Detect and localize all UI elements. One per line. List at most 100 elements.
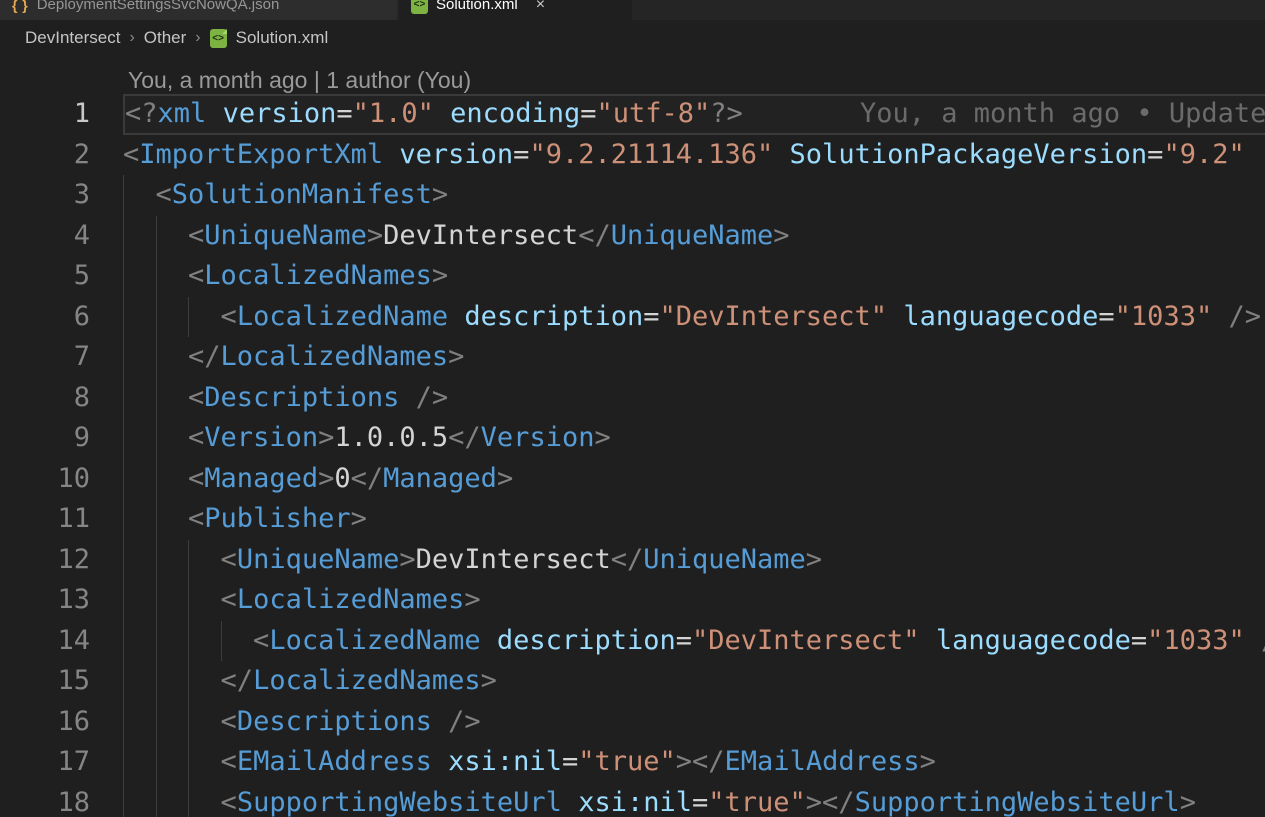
code-line-content: </LocalizedNames> (123, 337, 1265, 378)
tab-solution-xml[interactable]: <> Solution.xml × (399, 0, 632, 20)
line-number[interactable]: 1 (0, 94, 123, 135)
codelens-annotation[interactable]: You, a month ago | 1 author (You) (0, 56, 1265, 94)
line-number[interactable]: 15 (0, 661, 123, 702)
indent-guide (156, 540, 157, 581)
json-braces-icon: { } (12, 0, 29, 13)
code-line-content: <LocalizedNames> (123, 580, 1265, 621)
code-line-5[interactable]: 5 <LocalizedNames> (0, 256, 1265, 297)
code-token: > (351, 503, 367, 534)
tab-deployment-settings-json[interactable]: { } DeploymentSettingsSvcNowQA.json (0, 0, 397, 20)
code-token: EMailAddress (725, 746, 920, 777)
code-token: Descriptions (237, 706, 432, 737)
code-line-12[interactable]: 12 <UniqueName>DevIntersect</UniqueName> (0, 540, 1265, 581)
line-number[interactable]: 6 (0, 297, 123, 338)
code-line-8[interactable]: 8 <Descriptions /> (0, 378, 1265, 419)
code-token: xsi:nil (578, 787, 692, 817)
line-number[interactable]: 16 (0, 702, 123, 743)
code-line-content: <SupportingWebsiteUrl xsi:nil="true"></S… (123, 783, 1265, 817)
code-token: = (580, 98, 596, 129)
code-line-4[interactable]: 4 <UniqueName>DevIntersect</UniqueName> (0, 216, 1265, 257)
code-token: languagecode (936, 625, 1131, 656)
code-token: = (676, 625, 692, 656)
line-number[interactable]: 7 (0, 337, 123, 378)
line-number[interactable]: 5 (0, 256, 123, 297)
indent-guide (188, 297, 189, 338)
code-token (432, 706, 448, 737)
code-token: "9.2" (1163, 139, 1244, 170)
code-line-11[interactable]: 11 <Publisher> (0, 499, 1265, 540)
code-token (123, 787, 221, 817)
code-token (481, 625, 497, 656)
code-token: UniqueName (643, 544, 806, 575)
line-number[interactable]: 11 (0, 499, 123, 540)
code-line-6[interactable]: 6 <LocalizedName description="DevInterse… (0, 297, 1265, 338)
breadcrumb-item-other[interactable]: Other (144, 28, 187, 48)
indent-guide (156, 783, 157, 817)
code-line-2[interactable]: 2<ImportExportXml version="9.2.21114.136… (0, 135, 1265, 176)
indent-guide (188, 783, 189, 817)
code-line-15[interactable]: 15 </LocalizedNames> (0, 661, 1265, 702)
indent-guide (156, 742, 157, 783)
code-line-9[interactable]: 9 <Version>1.0.0.5</Version> (0, 418, 1265, 459)
code-token: </ (611, 544, 644, 575)
indent-guide (156, 621, 157, 662)
line-number[interactable]: 2 (0, 135, 123, 176)
code-line-13[interactable]: 13 <LocalizedNames> (0, 580, 1265, 621)
xml-file-icon: <> (411, 0, 428, 14)
code-token: = (1131, 625, 1147, 656)
chevron-right-icon: › (195, 29, 200, 47)
code-line-17[interactable]: 17 <EMailAddress xsi:nil="true"></EMailA… (0, 742, 1265, 783)
code-line-1[interactable]: 1<?xml version="1.0" encoding="utf-8"?>Y… (0, 94, 1265, 135)
code-token (123, 301, 221, 332)
editor-tab-bar: { } DeploymentSettingsSvcNowQA.json <> S… (0, 0, 1265, 20)
code-line-7[interactable]: 7 </LocalizedNames> (0, 337, 1265, 378)
code-token (1245, 625, 1261, 656)
code-token: > (318, 422, 334, 453)
breadcrumb: DevIntersect › Other › <> Solution.xml (0, 20, 1265, 56)
code-line-content: <Managed>0</Managed> (123, 459, 1265, 500)
code-token: UniqueName (237, 544, 400, 575)
breadcrumb-item-file[interactable]: Solution.xml (236, 28, 329, 48)
code-token: "9.2.21114.136" (529, 139, 773, 170)
indent-guide (123, 540, 124, 581)
code-line-16[interactable]: 16 <Descriptions /> (0, 702, 1265, 743)
code-line-content: <UniqueName>DevIntersect</UniqueName> (123, 216, 1265, 257)
code-line-3[interactable]: 3 <SolutionManifest> (0, 175, 1265, 216)
line-number[interactable]: 10 (0, 459, 123, 500)
line-number[interactable]: 18 (0, 783, 123, 817)
indent-guide (188, 661, 189, 702)
code-line-content: <Publisher> (123, 499, 1265, 540)
line-number[interactable]: 13 (0, 580, 123, 621)
line-number[interactable]: 14 (0, 621, 123, 662)
line-number[interactable]: 4 (0, 216, 123, 257)
code-line-content: <UniqueName>DevIntersect</UniqueName> (123, 540, 1265, 581)
code-token: > (432, 179, 448, 210)
breadcrumb-item-devintersect[interactable]: DevIntersect (25, 28, 120, 48)
code-line-18[interactable]: 18 <SupportingWebsiteUrl xsi:nil="true">… (0, 783, 1265, 817)
line-number[interactable]: 9 (0, 418, 123, 459)
code-token (383, 139, 399, 170)
code-line-10[interactable]: 10 <Managed>0</Managed> (0, 459, 1265, 500)
tab-close-icon[interactable]: × (536, 0, 545, 14)
code-token (123, 706, 221, 737)
code-token: SupportingWebsiteUrl (855, 787, 1180, 817)
code-token: UniqueName (204, 220, 367, 251)
code-token: "DevIntersect" (659, 301, 887, 332)
line-number[interactable]: 17 (0, 742, 123, 783)
code-token: "1033" (1115, 301, 1213, 332)
code-token (887, 301, 903, 332)
code-editor[interactable]: You, a month ago | 1 author (You) 1<?xml… (0, 56, 1265, 817)
code-token (206, 98, 222, 129)
code-token: /> (416, 382, 449, 413)
line-number[interactable]: 12 (0, 540, 123, 581)
code-token (123, 746, 221, 777)
code-line-14[interactable]: 14 <LocalizedName description="DevInters… (0, 621, 1265, 662)
code-token: < (221, 706, 237, 737)
indent-guide (188, 742, 189, 783)
line-number[interactable]: 8 (0, 378, 123, 419)
code-token: LocalizedName (237, 301, 448, 332)
code-token: 1.0.0.5 (334, 422, 448, 453)
indent-guide (123, 297, 124, 338)
line-number[interactable]: 3 (0, 175, 123, 216)
code-token: </ (188, 341, 221, 372)
